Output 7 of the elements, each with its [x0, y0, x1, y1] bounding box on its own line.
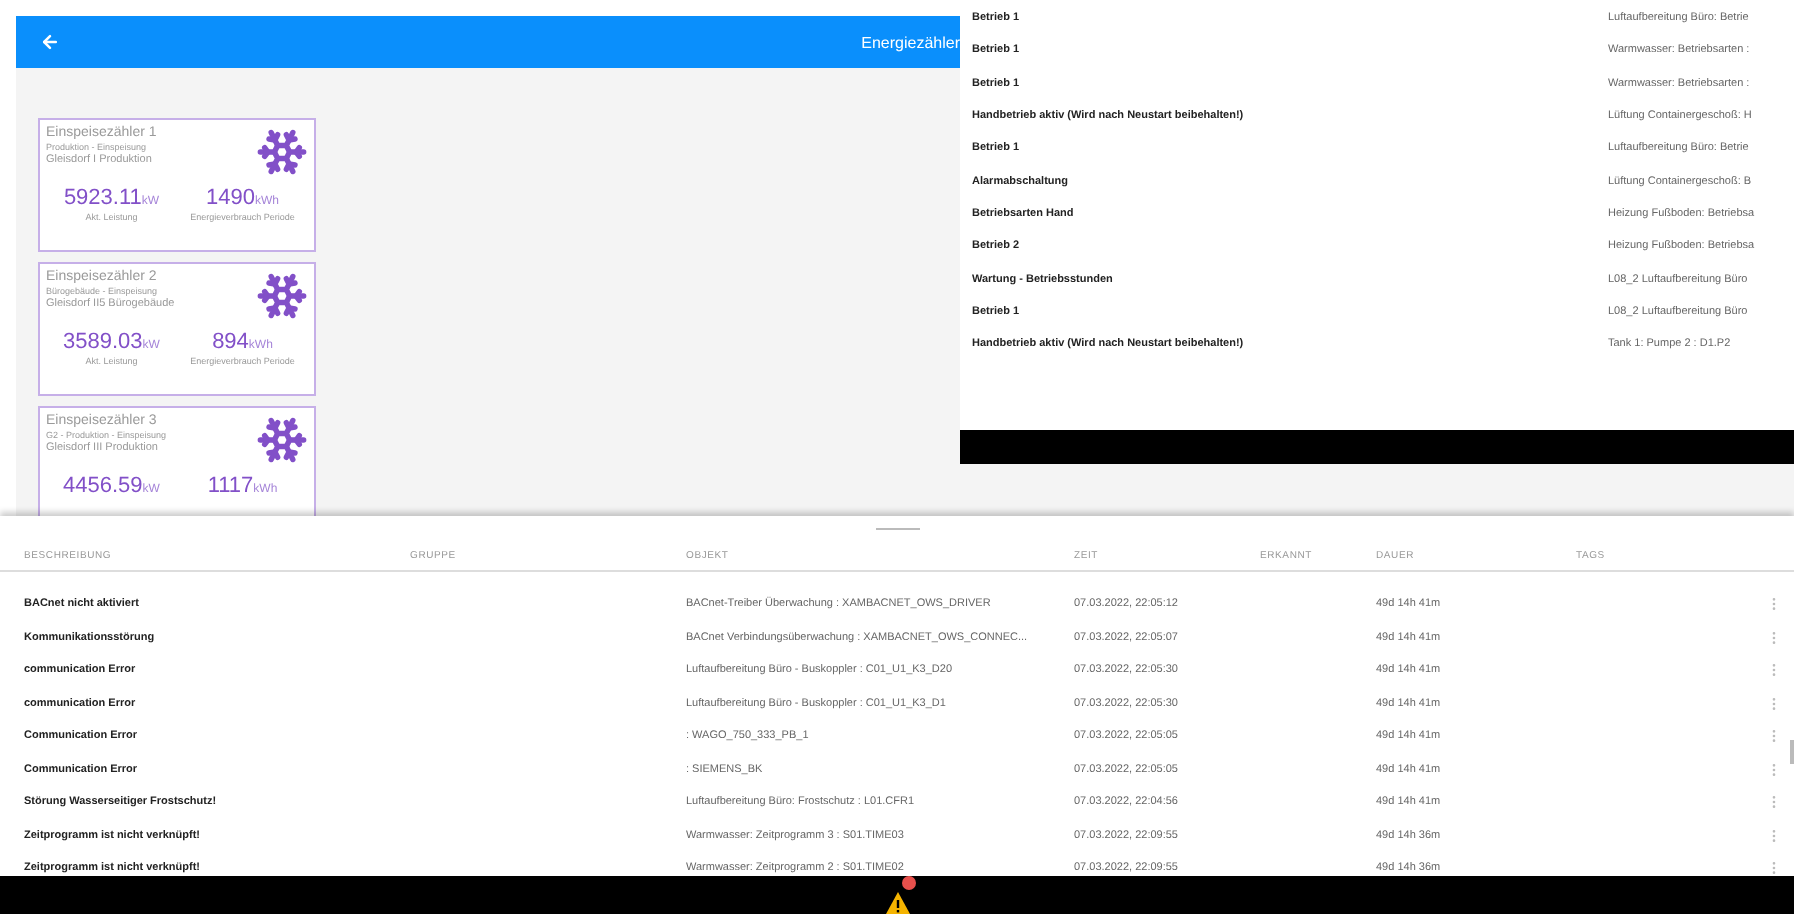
drag-handle[interactable]: [875, 528, 919, 530]
scrollbar[interactable]: [1790, 740, 1794, 764]
page-title: Energiezähler: [861, 33, 960, 51]
snowflake-icon: [256, 270, 308, 322]
snowflake-icon: [256, 414, 308, 466]
snowflake-icon: [256, 126, 308, 178]
back-icon[interactable]: [40, 32, 60, 52]
